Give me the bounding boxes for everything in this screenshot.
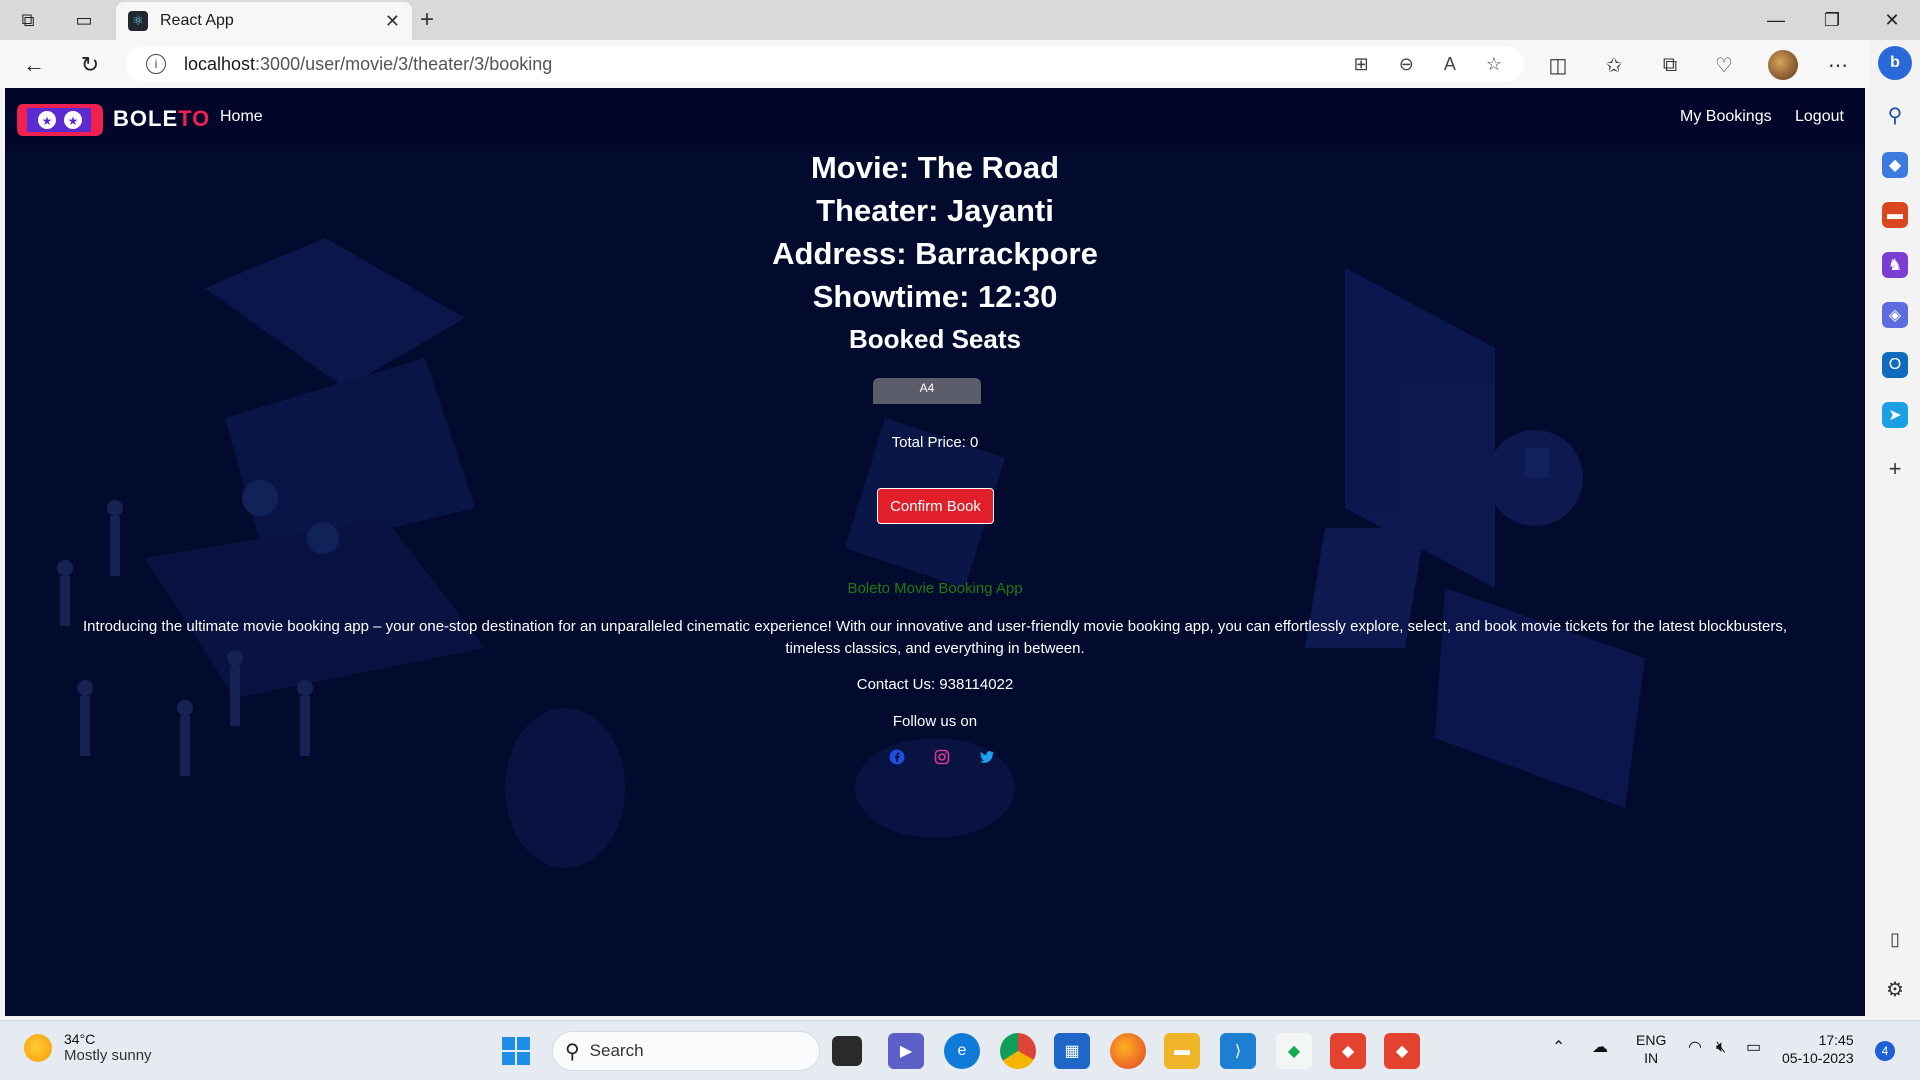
windows-taskbar: 34°C Mostly sunny ⚲ Search ▶ e ▦ ▬ ⟩ ◆ ◆…	[0, 1020, 1920, 1080]
microsoft-365-icon[interactable]: ◈	[1882, 302, 1908, 328]
drop-icon[interactable]: ➤	[1882, 402, 1908, 428]
language-indicator[interactable]: ENG IN	[1636, 1031, 1666, 1067]
collections-icon[interactable]: ⧉	[1652, 50, 1688, 80]
instagram-icon[interactable]	[932, 747, 952, 767]
total-price: Total Price: 0	[891, 434, 979, 451]
theater-name: Theater: Jayanti	[816, 193, 1054, 228]
sidebar-settings-icon[interactable]: ⚙	[1882, 976, 1908, 1002]
footer-follow-label: Follow us on	[892, 713, 978, 730]
nav-logout-link[interactable]: Logout	[1795, 108, 1844, 126]
workspaces-icon[interactable]: ⧉	[0, 0, 56, 40]
site-info-icon[interactable]: i	[146, 54, 166, 74]
clock-date: 05-10-2023	[1782, 1050, 1854, 1066]
url-text[interactable]: localhost:3000/user/movie/3/theater/3/bo…	[184, 54, 552, 75]
weather-widget[interactable]: 34°C Mostly sunny	[24, 1031, 152, 1064]
favorite-star-icon[interactable]: ☆	[1486, 54, 1502, 75]
notification-badge[interactable]: 4	[1875, 1041, 1895, 1061]
nav-home-link[interactable]: Home	[220, 108, 263, 126]
back-icon[interactable]: ←	[16, 50, 52, 80]
brand-name-main: BOLE	[113, 106, 179, 131]
reload-icon[interactable]: ↻	[72, 50, 108, 80]
clock[interactable]: 17:45 05-10-2023	[1782, 1031, 1854, 1067]
url-path: :3000/user/movie/3/theater/3/booking	[255, 53, 553, 74]
read-aloud-icon[interactable]: A	[1444, 54, 1456, 75]
close-tab-icon[interactable]: ✕	[385, 11, 400, 32]
app-available-icon[interactable]: ⊞	[1354, 54, 1369, 75]
add-sidebar-app-icon[interactable]: +	[1882, 456, 1908, 482]
tray-overflow-chevron-icon[interactable]: ⌃	[1552, 1039, 1565, 1057]
confirm-book-button[interactable]: Confirm Book	[877, 488, 994, 524]
facebook-icon[interactable]	[887, 747, 907, 767]
volume-muted-icon[interactable]: 🔇︎	[1716, 1039, 1726, 1057]
booked-seat-chip: A4	[873, 378, 981, 404]
split-screen-icon[interactable]: ◫	[1540, 50, 1576, 80]
taskbar-search-label: Search	[589, 1041, 644, 1060]
teams-icon[interactable]: ▶	[888, 1033, 924, 1069]
games-icon[interactable]: ♞	[1882, 252, 1908, 278]
page-viewport: ★ ★ BOLETO Home My Bookings Logout Movie…	[5, 88, 1865, 1016]
mongodb-compass-icon[interactable]: ◆	[1276, 1033, 1312, 1069]
booked-seats-heading: Booked Seats	[849, 324, 1021, 354]
window-close-icon[interactable]: ✕	[1864, 0, 1920, 40]
svg-text:★: ★	[68, 114, 79, 128]
taskbar-search[interactable]: ⚲ Search	[552, 1031, 820, 1071]
git-app-icon[interactable]: ◆	[1330, 1033, 1366, 1069]
restore-icon[interactable]: ❐	[1804, 0, 1860, 40]
theater-address: Address: Barrackpore	[772, 236, 1098, 271]
footer-title: Boleto Movie Booking App	[847, 580, 1023, 597]
search-icon: ⚲	[565, 1040, 580, 1063]
git-app-2-icon[interactable]: ◆	[1384, 1033, 1420, 1069]
outlook-icon[interactable]: O	[1882, 352, 1908, 378]
wifi-icon[interactable]: ◠	[1688, 1039, 1702, 1057]
browser-tab[interactable]: ⚛ React App ✕	[116, 2, 412, 40]
shopping-tag-icon[interactable]: ◆	[1882, 152, 1908, 178]
edge-browser-icon[interactable]: e	[944, 1033, 980, 1069]
vscode-icon[interactable]: ⟩	[1220, 1033, 1256, 1069]
browser-tab-bar: ⧉ ▭ ⚛ React App ✕ + — ❐ ✕	[0, 0, 1920, 40]
tab-actions-icon[interactable]: ▭	[56, 0, 112, 40]
svg-text:★: ★	[42, 114, 53, 128]
brand-name[interactable]: BOLETO	[113, 106, 210, 132]
task-view-icon[interactable]	[832, 1036, 862, 1066]
microsoft-store-icon[interactable]: ▦	[1054, 1033, 1090, 1069]
more-options-icon[interactable]: ⋯	[1820, 50, 1856, 80]
nav-my-bookings-link[interactable]: My Bookings	[1680, 108, 1772, 126]
tools-icon[interactable]: ▬	[1882, 202, 1908, 228]
boleto-logo-icon[interactable]: ★ ★	[17, 98, 103, 142]
twitter-icon[interactable]	[977, 747, 997, 767]
tab-title: React App	[160, 12, 234, 29]
browser-essentials-icon[interactable]: ♡	[1706, 50, 1742, 80]
edge-sidebar: b ⚲ ◆ ▬ ♞ ◈ O ➤ + ▯ ⚙	[1870, 40, 1920, 1020]
weather-sun-icon	[24, 1033, 52, 1062]
showtime: Showtime: 12:30	[812, 279, 1058, 314]
clock-time: 17:45	[1818, 1032, 1854, 1048]
battery-icon[interactable]: ▭	[1746, 1039, 1761, 1057]
minimize-icon[interactable]: —	[1748, 0, 1804, 40]
weather-description: Mostly sunny	[64, 1047, 152, 1064]
chrome-icon[interactable]	[1000, 1033, 1036, 1069]
movie-title: Movie: The Road	[810, 150, 1059, 185]
region-code: IN	[1644, 1050, 1659, 1066]
windows-start-icon[interactable]	[498, 1033, 534, 1069]
onedrive-icon[interactable]: ☁	[1592, 1039, 1608, 1057]
file-explorer-icon[interactable]: ▬	[1164, 1033, 1200, 1069]
new-tab-button[interactable]: +	[420, 6, 434, 34]
language-code: ENG	[1636, 1032, 1667, 1048]
zoom-icon[interactable]: ⊖	[1399, 54, 1414, 75]
firefox-icon[interactable]	[1110, 1033, 1146, 1069]
brand-name-accent: TO	[178, 106, 211, 131]
address-bar[interactable]: i localhost:3000/user/movie/3/theater/3/…	[126, 46, 1524, 82]
react-favicon-icon: ⚛	[128, 11, 148, 31]
footer-description: Introducing the ultimate movie booking a…	[82, 618, 1787, 657]
copilot-icon[interactable]: b	[1878, 46, 1912, 80]
profile-avatar[interactable]	[1768, 50, 1798, 80]
favorites-icon[interactable]: ✩	[1596, 50, 1632, 80]
weather-temperature: 34°C	[64, 1031, 96, 1047]
top-navbar: ★ ★ BOLETO Home My Bookings Logout	[5, 88, 1865, 150]
footer-contact: Contact Us: 938114022	[856, 676, 1014, 693]
sidebar-search-icon[interactable]: ⚲	[1882, 102, 1908, 128]
url-host: localhost	[184, 53, 256, 74]
hide-sidebar-icon[interactable]: ▯	[1882, 926, 1908, 952]
